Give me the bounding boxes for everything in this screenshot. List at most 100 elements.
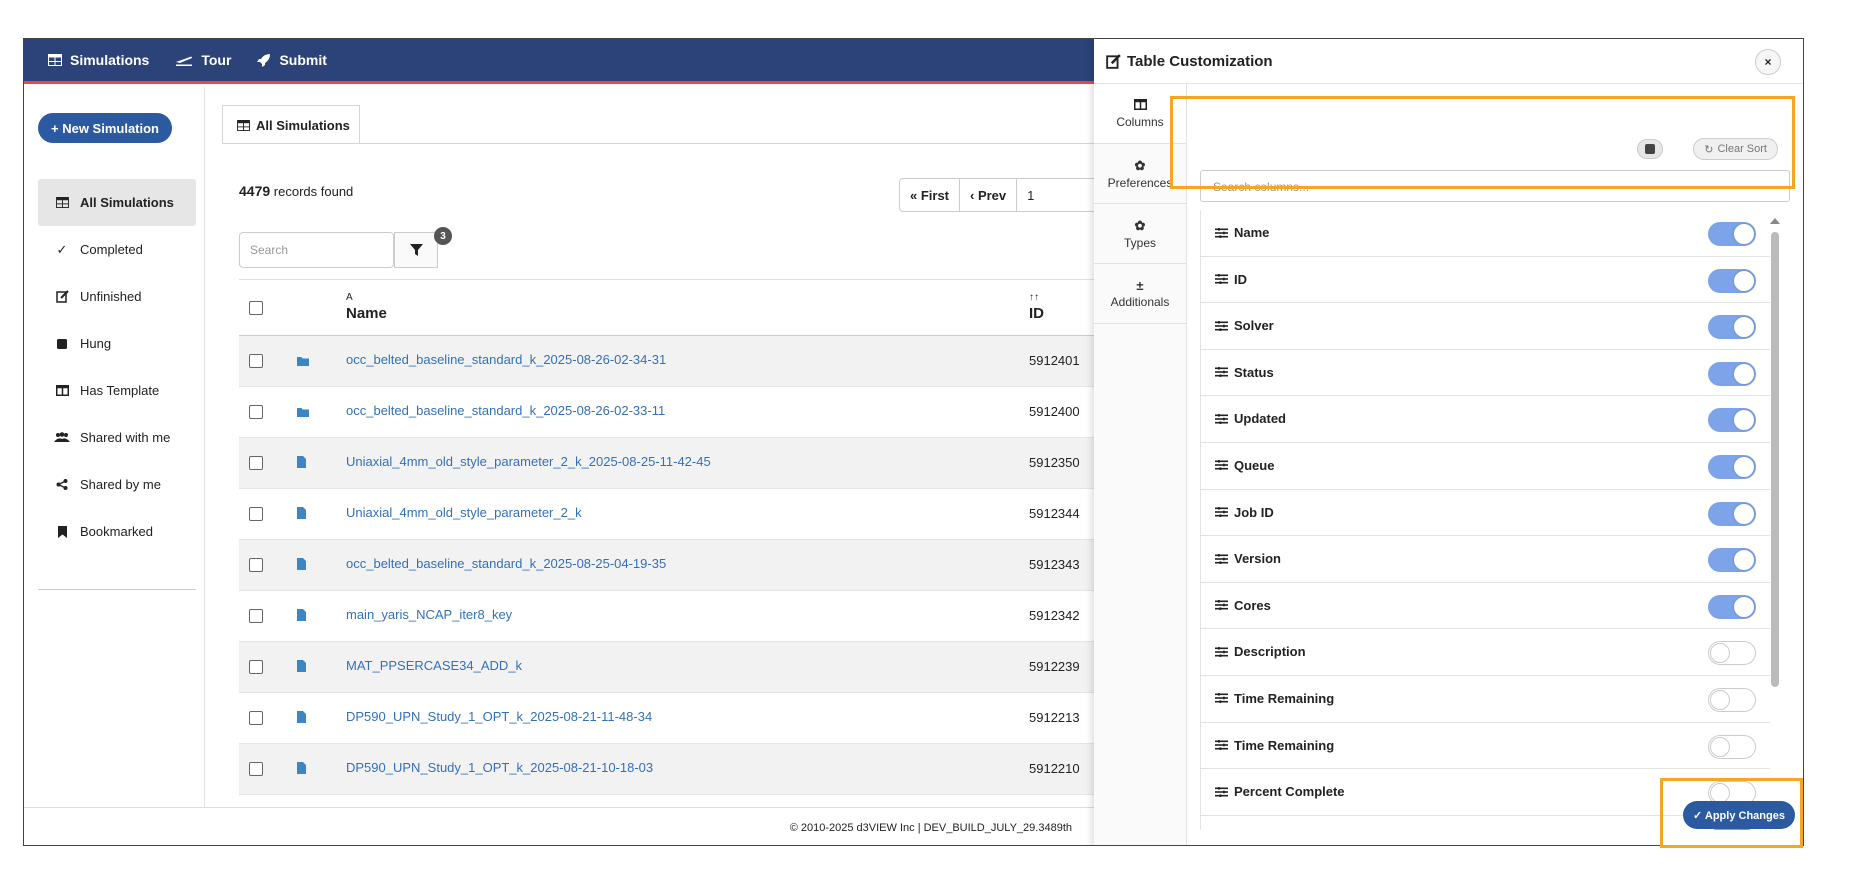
column-header-name[interactable]: A Name: [346, 292, 387, 322]
filter-button[interactable]: [394, 232, 438, 268]
column-row[interactable]: Name: [1201, 210, 1770, 257]
column-list: Name ID Solver Status Updated Queue Job ID Vers…: [1200, 210, 1770, 830]
sidebar-item-bookmarked[interactable]: Bookmarked: [38, 508, 196, 555]
panel-tabs: Columns ✿ Preferences ✿ Types ± Addition…: [1094, 84, 1187, 845]
column-label[interactable]: Version: [1215, 551, 1281, 566]
row-checkbox[interactable]: [249, 456, 263, 470]
column-label[interactable]: Status: [1215, 365, 1274, 380]
column-label[interactable]: Updated: [1215, 411, 1286, 426]
column-row[interactable]: Time Remaining: [1201, 723, 1770, 770]
column-header-id[interactable]: ↑↑ ID: [1029, 292, 1044, 322]
select-all-checkbox[interactable]: [249, 301, 263, 315]
new-simulation-button[interactable]: + New Simulation: [38, 113, 172, 143]
row-id: 5912210: [1029, 761, 1080, 776]
column-name: Description: [1234, 644, 1306, 660]
column-row[interactable]: Job ID: [1201, 490, 1770, 537]
column-visibility-toggle[interactable]: [1708, 548, 1756, 573]
column-row[interactable]: ID: [1201, 257, 1770, 304]
drag-handle-icon: [1215, 227, 1228, 238]
column-label[interactable]: ID: [1215, 272, 1247, 287]
row-name-link[interactable]: occ_belted_baseline_standard_k_2025-08-2…: [346, 556, 666, 571]
row-checkbox[interactable]: [249, 558, 263, 572]
table-row[interactable]: Uniaxial_4mm_old_style_parameter_2_k_202…: [239, 438, 1094, 489]
pager-prev-button[interactable]: ‹ Prev: [960, 179, 1018, 211]
column-visibility-toggle[interactable]: [1708, 641, 1756, 666]
table-row[interactable]: occ_belted_baseline_standard_k_2025-08-2…: [239, 387, 1094, 438]
pager-first-button[interactable]: « First: [900, 179, 961, 211]
column-visibility-toggle[interactable]: [1708, 408, 1756, 433]
row-name-link[interactable]: Uniaxial_4mm_old_style_parameter_2_k: [346, 505, 582, 520]
column-row[interactable]: Solver: [1201, 303, 1770, 350]
close-button[interactable]: ×: [1755, 49, 1781, 75]
column-list-scrollbar[interactable]: [1770, 218, 1780, 814]
column-label[interactable]: Job ID: [1215, 505, 1274, 520]
column-label[interactable]: Name: [1215, 225, 1269, 240]
row-checkbox[interactable]: [249, 354, 263, 368]
tab-types[interactable]: ✿ Types: [1094, 204, 1186, 264]
scroll-up-arrow[interactable]: [1770, 218, 1780, 224]
row-name-link[interactable]: MAT_PPSERCASE34_ADD_k: [346, 658, 522, 673]
column-label[interactable]: Time Remaining: [1215, 738, 1334, 753]
column-label[interactable]: Description: [1215, 644, 1306, 659]
column-row[interactable]: Time Remaining: [1201, 676, 1770, 723]
column-visibility-toggle[interactable]: [1708, 687, 1756, 712]
tab-additionals[interactable]: ± Additionals: [1094, 264, 1186, 324]
tab-all-simulations[interactable]: All Simulations: [222, 105, 360, 144]
column-visibility-toggle[interactable]: [1708, 594, 1756, 619]
search-input[interactable]: Search: [239, 232, 394, 268]
scroll-thumb[interactable]: [1771, 232, 1779, 687]
table-row[interactable]: occ_belted_baseline_standard_k_2025-08-2…: [239, 540, 1094, 591]
row-name-link[interactable]: Uniaxial_4mm_old_style_parameter_2_k_202…: [346, 454, 711, 469]
sidebar-item-completed[interactable]: ✓ Completed: [38, 226, 196, 273]
column-visibility-toggle[interactable]: [1708, 361, 1756, 386]
nav-simulations[interactable]: Simulations: [48, 52, 149, 68]
sidebar-item-label: Bookmarked: [80, 524, 153, 539]
row-name-link[interactable]: occ_belted_baseline_standard_k_2025-08-2…: [346, 403, 665, 418]
pager-page-input[interactable]: 1: [1017, 179, 1097, 211]
column-label[interactable]: Time Remaining: [1215, 691, 1334, 706]
column-visibility-toggle[interactable]: [1708, 268, 1756, 293]
nav-submit[interactable]: Submit: [257, 52, 327, 68]
column-row[interactable]: Cores: [1201, 583, 1770, 630]
column-label[interactable]: Percent Complete: [1215, 784, 1345, 799]
column-visibility-toggle[interactable]: [1708, 315, 1756, 340]
column-visibility-toggle[interactable]: [1708, 501, 1756, 526]
column-row[interactable]: Queue: [1201, 443, 1770, 490]
column-visibility-toggle[interactable]: [1708, 734, 1756, 759]
row-name-link[interactable]: main_yaris_NCAP_iter8_key: [346, 607, 512, 622]
column-visibility-toggle[interactable]: [1708, 222, 1756, 246]
sidebar-item-hung[interactable]: Hung: [38, 320, 196, 367]
column-row[interactable]: Version: [1201, 536, 1770, 583]
sidebar-item-shared-by-me[interactable]: Shared by me: [38, 461, 196, 508]
row-name-link[interactable]: DP590_UPN_Study_1_OPT_k_2025-08-21-10-18…: [346, 760, 653, 775]
column-label[interactable]: Cores: [1215, 598, 1271, 613]
table-row[interactable]: DP590_UPN_Study_1_OPT_k_2025-08-21-10-18…: [239, 744, 1094, 795]
nav-tour[interactable]: Tour: [175, 52, 231, 68]
row-checkbox[interactable]: [249, 660, 263, 674]
column-label[interactable]: Queue: [1215, 458, 1274, 473]
table-row[interactable]: MAT_PPSERCASE34_ADD_k 5912239: [239, 642, 1094, 693]
row-name-link[interactable]: DP590_UPN_Study_1_OPT_k_2025-08-21-11-48…: [346, 709, 652, 724]
row-checkbox[interactable]: [249, 507, 263, 521]
row-name-link[interactable]: occ_belted_baseline_standard_k_2025-08-2…: [346, 352, 666, 367]
row-checkbox[interactable]: [249, 762, 263, 776]
column-label[interactable]: Solver: [1215, 318, 1274, 333]
table-row[interactable]: main_yaris_NCAP_iter8_key 5912342: [239, 591, 1094, 642]
row-id: 5912400: [1029, 404, 1080, 419]
row-checkbox[interactable]: [249, 609, 263, 623]
column-row[interactable]: Updated: [1201, 396, 1770, 443]
row-checkbox[interactable]: [249, 711, 263, 725]
sidebar-item-all-simulations[interactable]: All Simulations: [38, 179, 196, 226]
table-row[interactable]: occ_belted_baseline_standard_k_2025-08-2…: [239, 336, 1094, 387]
column-row[interactable]: Description: [1201, 629, 1770, 676]
table-row[interactable]: Uniaxial_4mm_old_style_parameter_2_k 5912…: [239, 489, 1094, 540]
sidebar-item-shared-with-me[interactable]: Shared with me: [38, 414, 196, 461]
sidebar-item-has-template[interactable]: Has Template: [38, 367, 196, 414]
apply-changes-button[interactable]: ✓ Apply Changes: [1683, 801, 1795, 829]
table-row[interactable]: DP590_UPN_Study_1_OPT_k_2025-08-21-11-48…: [239, 693, 1094, 744]
row-checkbox[interactable]: [249, 405, 263, 419]
sidebar-item-unfinished[interactable]: Unfinished: [38, 273, 196, 320]
column-visibility-toggle[interactable]: [1708, 454, 1756, 479]
column-row[interactable]: Status: [1201, 350, 1770, 397]
table-body: occ_belted_baseline_standard_k_2025-08-2…: [239, 336, 1094, 795]
